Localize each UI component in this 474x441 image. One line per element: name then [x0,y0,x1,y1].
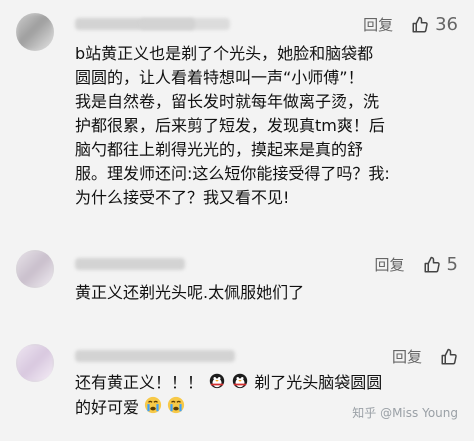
penguin-emoji-icon [231,371,249,396]
thumbs-up-icon [424,256,440,272]
text-line: 为什么接受不了？我又看不见! [75,188,290,207]
thumbs-up-icon [412,16,428,32]
text-line: 黄正义还剃光头呢.太佩服她们了 [75,283,305,302]
comment-text: b站黄正义也是剃了个光头，她脸和脑袋都 圆圆的，让人看着特想叫一声“小师傅”！ … [75,42,456,210]
avatar[interactable] [16,344,54,382]
text-line: 护都很累，后来剪了短发，发现真tm爽！后 [75,116,385,135]
reply-button[interactable]: 回复 [375,254,405,275]
like-count: 36 [435,13,458,35]
username-blurred-2 [140,18,230,30]
penguin-emoji-icon [208,371,226,396]
text-segment: 剃了光头脑袋圆圆 [254,373,383,392]
thumbs-up-icon [441,348,457,364]
crying-emoji-icon [167,396,185,421]
like-button[interactable] [440,348,458,366]
text-segment: 的好可爱 [75,398,140,417]
text-line: b站黄正义也是剃了个光头，她脸和脑袋都 [75,44,374,63]
text-line: 还有黄正义！！！ 剃了光头脑袋圆圆 [75,371,456,396]
text-line: 服。理发师还问:这么短你能接受得了吗？我: [75,164,390,183]
avatar[interactable] [16,250,54,288]
comment-text: 黄正义还剃光头呢.太佩服她们了 [75,281,456,305]
like-button[interactable]: 36 [411,13,458,35]
username-blurred[interactable] [75,350,235,362]
crying-emoji-icon [144,396,162,421]
text-segment: 还有黄正义！！！ [75,373,204,392]
watermark: 知乎 @Miss Young [352,406,458,420]
text-line: 圆圆的，让人看着特想叫一声“小师傅”！ [75,68,364,87]
comment-1: 回复 36 b站黄正义也是剃了个光头，她脸和脑袋都 圆圆的，让人看着特想叫一声“… [0,0,474,220]
username-blurred[interactable] [75,258,185,270]
text-line: 脑勺都往上剃得光光的，摸起来是真的舒 [75,140,364,159]
text-line: 我是自然卷，留长发时就每年做离子烫，洗 [75,92,380,111]
avatar[interactable] [16,13,54,51]
reply-button[interactable]: 回复 [363,14,393,35]
like-button[interactable]: 5 [423,253,458,275]
reply-button[interactable]: 回复 [392,346,422,367]
like-count: 5 [446,253,458,275]
